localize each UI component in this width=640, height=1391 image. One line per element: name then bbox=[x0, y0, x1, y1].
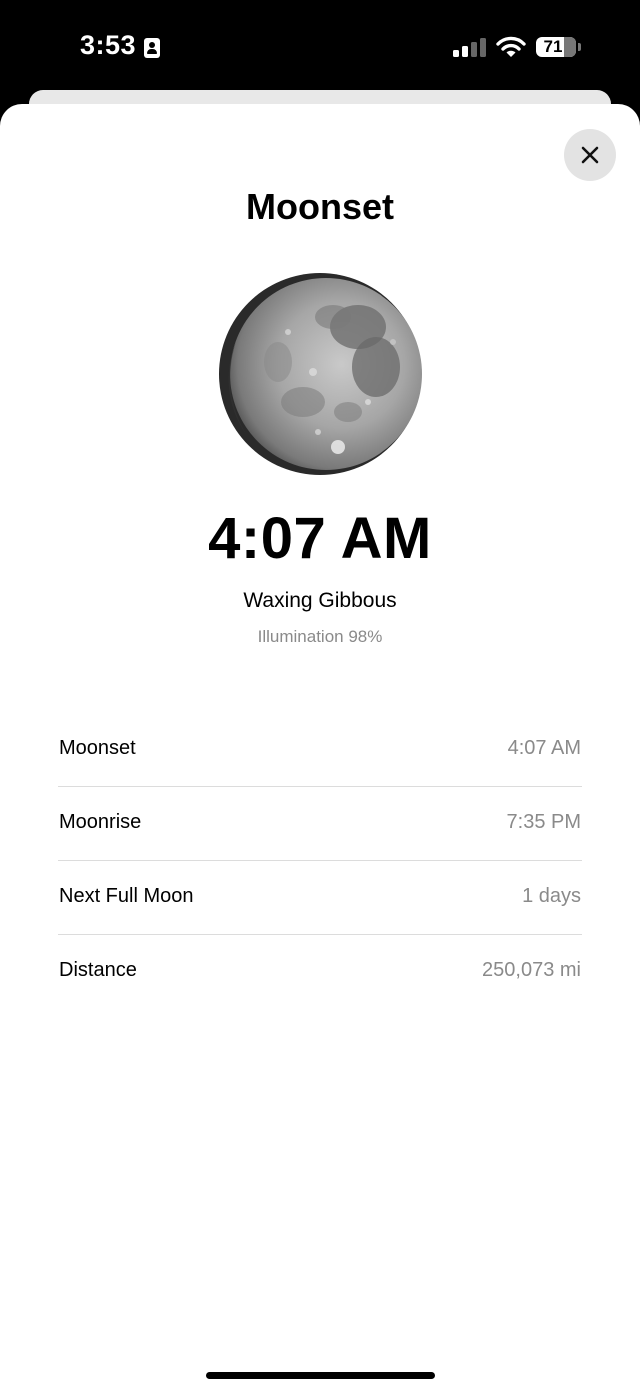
battery-percentage: 71 bbox=[543, 37, 563, 56]
status-time: 3:53 bbox=[80, 30, 137, 60]
sheet-title: Moonset bbox=[246, 186, 394, 227]
detail-value: 1 days bbox=[522, 885, 581, 907]
detail-row-distance: Distance 250,073 mi bbox=[58, 935, 582, 1008]
contact-card-icon bbox=[144, 38, 160, 58]
detail-value: 4:07 AM bbox=[507, 737, 581, 759]
detail-value: 250,073 mi bbox=[482, 959, 581, 981]
detail-label: Moonset bbox=[59, 737, 136, 759]
detail-value: 7:35 PM bbox=[506, 811, 581, 833]
illumination: Illumination 98% bbox=[257, 627, 383, 646]
close-icon bbox=[581, 146, 599, 164]
battery-cap bbox=[578, 43, 581, 51]
cellular-signal-icon bbox=[453, 37, 487, 57]
detail-row-moonrise: Moonrise 7:35 PM bbox=[58, 787, 582, 861]
close-button[interactable] bbox=[564, 129, 616, 181]
moon-phase: Waxing Gibbous bbox=[243, 589, 397, 612]
moonset-time: 4:07 AM bbox=[208, 506, 432, 571]
status-bar: 3:53 71 bbox=[0, 0, 640, 96]
battery-icon: 71 bbox=[536, 37, 576, 57]
home-indicator[interactable] bbox=[206, 1372, 435, 1379]
detail-label: Moonrise bbox=[59, 811, 142, 833]
moon-image bbox=[219, 273, 422, 475]
detail-row-next-full-moon: Next Full Moon 1 days bbox=[58, 861, 582, 935]
moon-details-list: Moonset 4:07 AM Moonrise 7:35 PM Next Fu… bbox=[58, 713, 582, 1008]
detail-label: Distance bbox=[59, 959, 137, 981]
wifi-icon bbox=[496, 35, 526, 59]
detail-label: Next Full Moon bbox=[59, 885, 194, 907]
detail-row-moonset: Moonset 4:07 AM bbox=[58, 713, 582, 787]
